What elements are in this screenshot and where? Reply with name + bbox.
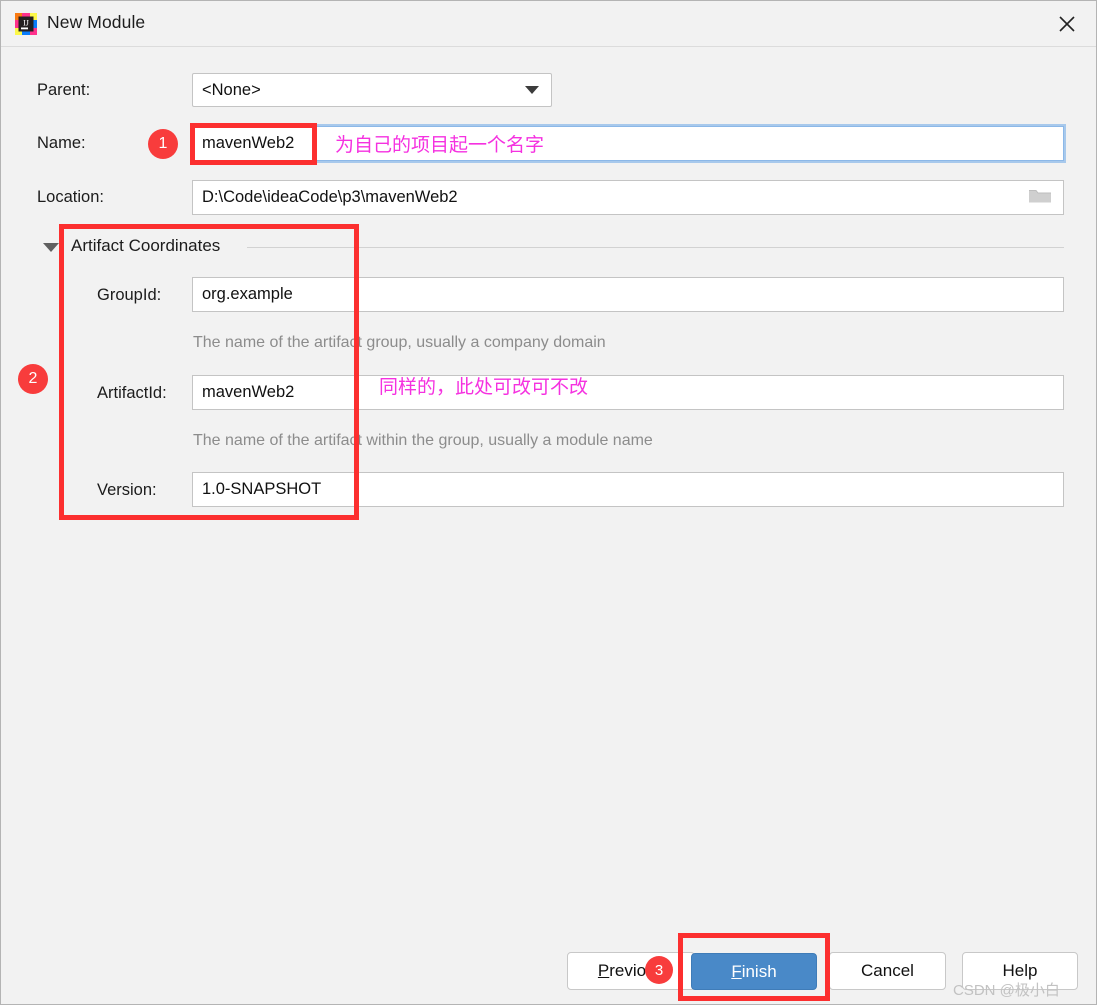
annotation-badge-1: 1: [148, 129, 178, 159]
artifactid-input[interactable]: mavenWeb2: [192, 375, 1064, 410]
watermark: CSDN @极小白: [953, 982, 1060, 999]
finish-mnemonic: F: [731, 961, 742, 981]
name-value: mavenWeb2: [202, 134, 295, 152]
location-label: Location:: [37, 188, 104, 206]
location-input[interactable]: D:\Code\ideaCode\p3\mavenWeb2: [192, 180, 1064, 215]
version-value: 1.0-SNAPSHOT: [202, 480, 322, 498]
artifact-coordinates-expander-icon[interactable]: [43, 243, 59, 252]
close-icon: [1058, 15, 1076, 33]
artifactid-label: ArtifactId:: [97, 384, 167, 402]
group-separator: [247, 247, 1064, 248]
cancel-label: Cancel: [861, 961, 914, 980]
groupid-input[interactable]: org.example: [192, 277, 1064, 312]
annotation-note-name: 为自己的项目起一个名字: [335, 135, 545, 156]
name-input[interactable]: mavenWeb2: [192, 126, 1064, 161]
name-label: Name:: [37, 134, 86, 152]
parent-label: Parent:: [37, 81, 91, 99]
version-label: Version:: [97, 481, 157, 499]
artifactid-help-text: The name of the artifact within the grou…: [193, 432, 653, 449]
close-button[interactable]: [1036, 1, 1096, 46]
previous-button[interactable]: Previous: [567, 952, 695, 990]
parent-value: <None>: [202, 80, 261, 99]
artifactid-value: mavenWeb2: [202, 383, 295, 401]
cancel-button[interactable]: Cancel: [829, 952, 946, 990]
help-label: Help: [1002, 961, 1038, 980]
window-title: New Module: [47, 12, 146, 32]
annotation-note-artifact: 同样的，此处可改可不改: [379, 377, 589, 398]
intellij-idea-logo-icon: IJ: [15, 13, 37, 35]
finish-button[interactable]: Finish: [691, 953, 817, 990]
folder-icon[interactable]: [1027, 185, 1053, 210]
location-value: D:\Code\ideaCode\p3\mavenWeb2: [202, 188, 458, 206]
annotation-badge-3: 3: [645, 956, 673, 984]
groupid-help-text: The name of the artifact group, usually …: [193, 334, 606, 351]
parent-dropdown[interactable]: <None>: [192, 73, 552, 107]
version-input[interactable]: 1.0-SNAPSHOT: [192, 472, 1064, 507]
finish-label: inish: [741, 961, 777, 981]
new-module-dialog: IJ New Module Parent: <None> Name: maven…: [0, 0, 1097, 1005]
title-bar: IJ New Module: [1, 1, 1096, 47]
chevron-down-icon: [525, 86, 539, 94]
groupid-value: org.example: [202, 285, 293, 303]
previous-mnemonic: P: [597, 961, 610, 980]
annotation-badge-2: 2: [18, 364, 48, 394]
svg-text:IJ: IJ: [23, 19, 29, 28]
groupid-label: GroupId:: [97, 286, 162, 304]
artifact-coordinates-title: Artifact Coordinates: [71, 236, 229, 256]
